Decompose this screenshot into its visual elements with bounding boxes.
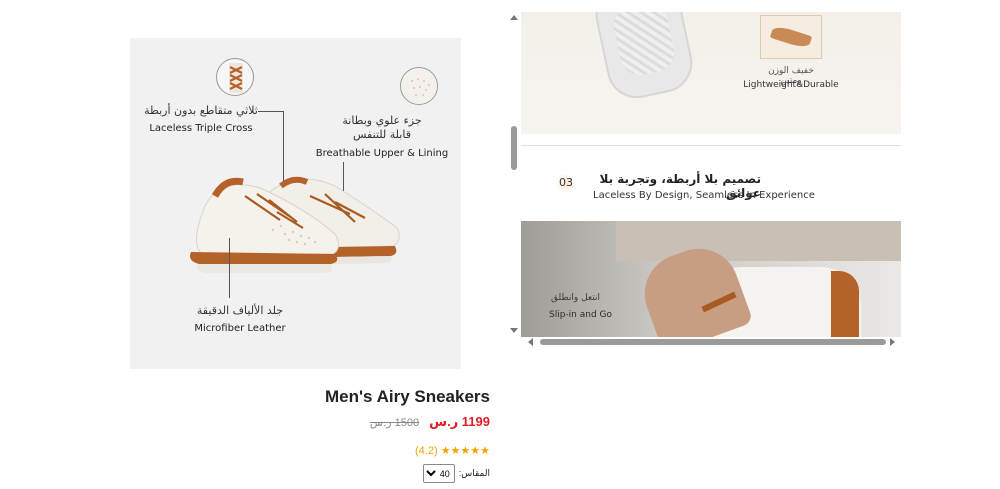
shoe-sole-image (590, 12, 698, 104)
lightweight-feature-section: خفيف الوزن ومتين Lightweight&Durable (521, 12, 901, 134)
microfiber-label-ar: جلد الألياف الدقيقة (196, 304, 284, 317)
laceless-annotation: ثلاثي متقاطع بدون أربطة Laceless Triple … (140, 104, 262, 134)
scroll-down-arrow-icon[interactable] (510, 328, 518, 333)
price-row: 1199 ر.س 1500 ر.س (370, 414, 490, 430)
vertical-scrollbar[interactable] (508, 12, 520, 345)
vertical-scroll-thumb[interactable] (511, 126, 517, 170)
breathable-annotation: جزء علوي وبطانة قابلة للتنفس Breathable … (312, 114, 452, 159)
scroll-up-arrow-icon[interactable] (510, 15, 518, 20)
breathable-label-ar: جزء علوي وبطانة قابلة للتنفس (342, 114, 422, 141)
size-select[interactable]: 40 (422, 464, 455, 483)
feather-icon (760, 15, 822, 59)
section-divider (521, 145, 901, 146)
lightweight-label-en: Lightweight&Durable (743, 80, 839, 90)
size-label: المقاس: (458, 468, 490, 478)
current-price: 1199 ر.س (429, 414, 490, 429)
sneakers-illustration (190, 176, 400, 273)
scroll-right-arrow-icon[interactable] (890, 338, 895, 346)
microfiber-label-en: Microfiber Leather (194, 323, 286, 334)
microfiber-annotation: جلد الألياف الدقيقة Microfiber Leather (170, 304, 310, 334)
scroll-left-arrow-icon[interactable] (528, 338, 533, 346)
laceless-label-en: Laceless Triple Cross (149, 123, 253, 134)
rating-value: (4.2) (415, 445, 438, 457)
step-number: 03 (554, 174, 578, 192)
step-subtitle: Laceless By Design, Seamless In Experien… (593, 190, 815, 201)
laces-detail-icon (216, 58, 254, 96)
horizontal-scrollbar[interactable] (522, 337, 901, 347)
microfiber-leader-line (229, 238, 230, 298)
star-rating-icon: ★★★★★ (440, 445, 490, 457)
product-rating: (4.2) ★★★★★ (415, 444, 490, 457)
laceless-label-ar: ثلاثي متقاطع بدون أربطة (144, 104, 258, 117)
horizontal-scroll-thumb[interactable] (540, 339, 886, 345)
slip-in-label-en: Slip-in and Go (549, 310, 613, 320)
slip-in-photo: انتعل وانطلق Slip-in and Go (521, 221, 901, 337)
product-title[interactable]: Men's Airy Sneakers (325, 387, 490, 407)
original-price: 1500 ر.س (369, 417, 420, 429)
breathable-label-en: Breathable Upper & Lining (315, 148, 449, 159)
product-image[interactable]: ثلاثي متقاطع بدون أربطة Laceless Triple … (130, 38, 461, 369)
size-selector-row: المقاس: 40 (422, 464, 490, 483)
feature-step-03: 03 تصميم بلا أربطة، وتجربة بلا عوائق Lac… (521, 164, 901, 208)
feature-scroll-panel[interactable]: خفيف الوزن ومتين Lightweight&Durable 03 … (508, 12, 901, 347)
page: ثلاثي متقاطع بدون أربطة Laceless Triple … (0, 0, 1000, 489)
slip-in-label-ar: انتعل وانطلق (551, 293, 600, 303)
mesh-detail-icon (400, 67, 438, 105)
